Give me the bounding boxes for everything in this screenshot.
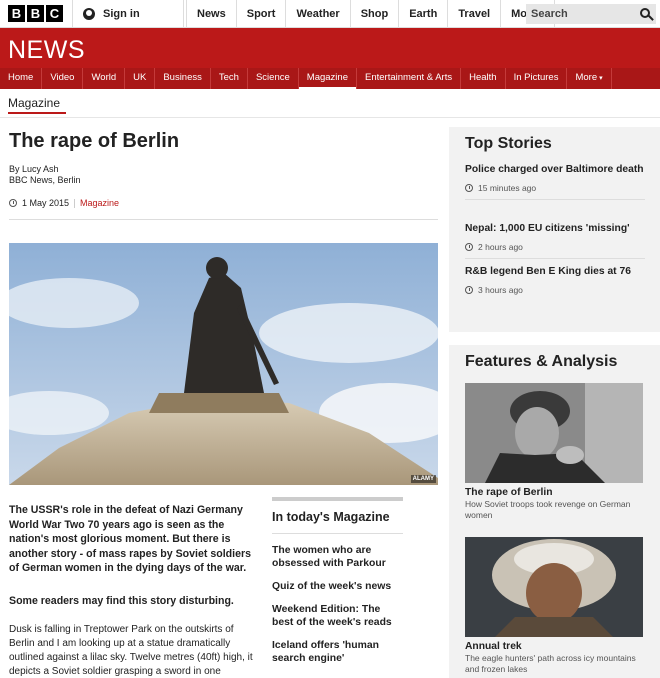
- top-nav-travel[interactable]: Travel: [448, 0, 502, 28]
- hero-image: ALAMY: [9, 243, 438, 485]
- top-story-divider: [465, 199, 645, 200]
- logo-letter-b1: B: [8, 5, 25, 22]
- news-logo[interactable]: NEWS: [8, 36, 85, 65]
- section-nav-video[interactable]: Video: [42, 68, 84, 89]
- top-story-time: 15 minutes ago: [465, 183, 645, 193]
- author-location: BBC News, Berlin: [9, 175, 81, 185]
- section-nav-home[interactable]: Home: [0, 68, 43, 89]
- todays-magazine: In today's Magazine The women who are ob…: [272, 497, 403, 665]
- byline: By Lucy Ash BBC News, Berlin: [9, 164, 81, 186]
- todays-magazine-title: In today's Magazine: [272, 510, 390, 524]
- top-story-time-label: 15 minutes ago: [478, 183, 537, 193]
- feature-image[interactable]: [465, 537, 643, 637]
- section-nav-world[interactable]: World: [83, 68, 126, 89]
- image-credit: ALAMY: [410, 475, 436, 483]
- top-story-title[interactable]: Police charged over Baltimore death: [465, 163, 645, 177]
- top-story-title[interactable]: Nepal: 1,000 EU citizens 'missing': [465, 222, 645, 236]
- todays-magazine-link[interactable]: The women who are obsessed with Parkour: [272, 544, 403, 570]
- section-nav-tech[interactable]: Tech: [211, 68, 248, 89]
- search-icon[interactable]: [640, 8, 650, 18]
- features-analysis: Features & Analysis The rape of Berlin H…: [449, 345, 660, 678]
- section-nav: Home Video World UK Business Tech Scienc…: [0, 68, 660, 89]
- feature-title[interactable]: The rape of Berlin: [465, 487, 643, 498]
- feature-summary: How Soviet troops took revenge on German…: [465, 499, 631, 520]
- bbc-logo[interactable]: B B C: [8, 5, 63, 22]
- feature-summary: The eagle hunters' path across icy mount…: [465, 653, 636, 674]
- article-warning: Some readers may find this story disturb…: [9, 595, 234, 607]
- sign-in-button[interactable]: Sign in: [72, 0, 184, 28]
- author-name: By Lucy Ash: [9, 164, 59, 174]
- article-date: 1 May 2015: [22, 198, 70, 208]
- todays-magazine-link[interactable]: Iceland offers 'human search engine': [272, 639, 403, 665]
- top-story-item[interactable]: Police charged over Baltimore death 15 m…: [465, 163, 645, 200]
- logo-letter-c: C: [46, 5, 63, 22]
- top-story-time: 2 hours ago: [465, 242, 645, 252]
- search-input[interactable]: [526, 8, 634, 20]
- logo-letter-b2: B: [27, 5, 44, 22]
- news-banner: NEWS: [0, 28, 660, 68]
- section-label-underline: [8, 112, 66, 114]
- top-nav-earth[interactable]: Earth: [399, 0, 449, 28]
- top-nav: News Sport Weather Shop Earth Travel Mor…: [186, 0, 555, 28]
- todays-magazine-link[interactable]: Weekend Edition: The best of the week's …: [272, 603, 403, 629]
- top-nav-shop[interactable]: Shop: [351, 0, 400, 28]
- search-box: [526, 4, 656, 24]
- top-story-item[interactable]: Nepal: 1,000 EU citizens 'missing' 2 hou…: [465, 222, 645, 259]
- todays-magazine-link[interactable]: Quiz of the week's news: [272, 580, 403, 593]
- section-nav-health[interactable]: Health: [461, 68, 506, 89]
- article-body: Dusk is falling in Treptower Park on the…: [9, 624, 253, 677]
- top-stories-title: Top Stories: [465, 135, 552, 152]
- top-nav-weather[interactable]: Weather: [286, 0, 351, 28]
- top-story-time-label: 3 hours ago: [478, 285, 523, 295]
- top-stories: Top Stories Police charged over Baltimor…: [449, 127, 660, 332]
- feature-item[interactable]: Annual trek The eagle hunters' path acro…: [465, 537, 643, 675]
- section-label[interactable]: Magazine: [8, 96, 60, 110]
- eagle-hunter-photo: [465, 537, 643, 637]
- top-story-item[interactable]: R&B legend Ben E King dies at 76 3 hours…: [465, 265, 645, 295]
- feature-title[interactable]: Annual trek: [465, 641, 643, 652]
- dateline: 1 May 2015 Magazine: [9, 198, 119, 208]
- article-divider: [9, 219, 438, 220]
- features-title: Features & Analysis: [465, 353, 618, 370]
- feature-item[interactable]: The rape of Berlin How Soviet troops too…: [465, 383, 643, 521]
- top-story-time-label: 2 hours ago: [478, 242, 523, 252]
- article-headline: The rape of Berlin: [9, 130, 180, 152]
- woman-portrait-photo: [465, 383, 643, 483]
- section-nav-in-pictures[interactable]: In Pictures: [506, 68, 568, 89]
- section-nav-uk[interactable]: UK: [125, 68, 156, 89]
- feature-image[interactable]: [465, 383, 643, 483]
- top-story-time: 3 hours ago: [465, 285, 645, 295]
- todays-magazine-divider: [272, 533, 403, 534]
- section-nav-more[interactable]: More: [567, 68, 612, 89]
- sign-in-label: Sign in: [103, 8, 140, 20]
- article-lede: The USSR's role in the defeat of Nazi Ge…: [9, 504, 251, 574]
- section-nav-magazine[interactable]: Magazine: [298, 68, 357, 89]
- section-divider: [0, 117, 660, 118]
- top-nav-news[interactable]: News: [186, 0, 237, 28]
- todays-magazine-topline: [272, 497, 403, 501]
- user-icon: [83, 8, 95, 20]
- top-story-title[interactable]: R&B legend Ben E King dies at 76: [465, 265, 645, 279]
- clock-icon: [465, 184, 473, 192]
- section-nav-science[interactable]: Science: [248, 68, 299, 89]
- soviet-memorial-photo: [9, 243, 438, 485]
- clock-icon: [465, 243, 473, 251]
- top-nav-sport[interactable]: Sport: [237, 0, 287, 28]
- section-nav-business[interactable]: Business: [155, 68, 211, 89]
- dateline-separator: [74, 198, 76, 208]
- clock-icon: [9, 199, 17, 207]
- clock-icon: [465, 286, 473, 294]
- article-category-link[interactable]: Magazine: [80, 198, 119, 208]
- section-nav-entertainment[interactable]: Entertainment & Arts: [357, 68, 462, 89]
- top-story-divider: [465, 258, 645, 259]
- top-bar: B B C Sign in News Sport Weather Shop Ea…: [0, 0, 660, 28]
